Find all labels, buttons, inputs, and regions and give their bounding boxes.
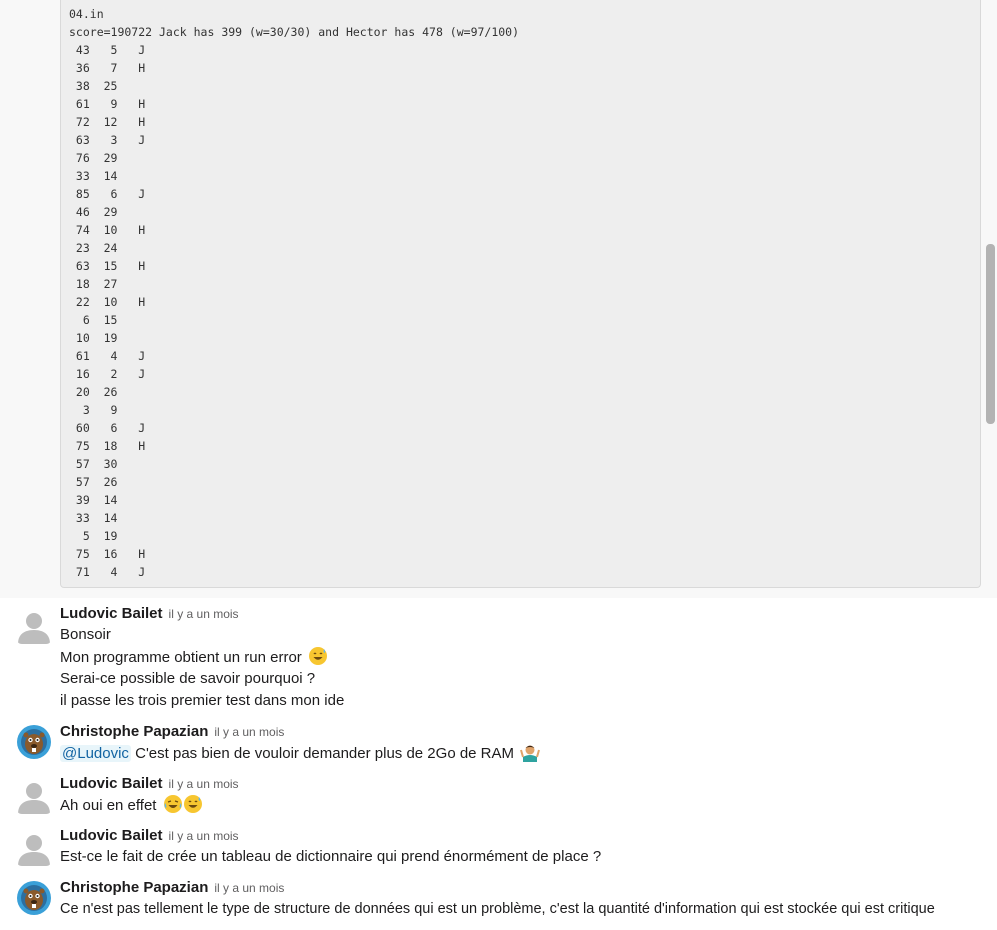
person-shrugging-emoji <box>520 742 541 762</box>
code-line: 75 16 H <box>69 547 146 561</box>
code-line: 57 26 <box>69 475 118 489</box>
sweat-smile-emoji <box>183 794 203 814</box>
message-text: Serai-ce possible de savoir pourquoi ? <box>60 670 316 687</box>
code-line: 20 26 <box>69 385 118 399</box>
code-line: 33 14 <box>69 511 118 525</box>
message-text-segment: Ah oui en effet <box>60 797 157 814</box>
code-line: 5 19 <box>69 529 118 543</box>
code-line: 61 9 H <box>69 97 146 111</box>
message-text-segment: Mon programme obtient un run error <box>60 649 302 666</box>
timestamp[interactable]: il y a un mois <box>169 829 239 843</box>
message-text: Mon programme obtient un run error <box>60 646 328 668</box>
code-line: 43 5 J <box>69 43 146 57</box>
author-name[interactable]: Ludovic Bailet <box>60 827 163 844</box>
message-text: Ce n'est pas tellement le type de struct… <box>60 901 935 917</box>
code-line: 23 24 <box>69 241 118 255</box>
author-name[interactable]: Christophe Papazian <box>60 723 208 740</box>
message-text: Bonsoir <box>60 626 111 643</box>
code-line: score=190722 Jack has 399 (w=30/30) and … <box>69 25 520 39</box>
timestamp[interactable]: il y a un mois <box>214 725 284 739</box>
code-line: 22 10 H <box>69 295 146 309</box>
code-line: 74 10 H <box>69 223 146 237</box>
code-line: 10 19 <box>69 331 118 345</box>
user-mention[interactable]: @Ludovic <box>60 745 131 762</box>
code-line: 04.in <box>69 7 104 21</box>
timestamp[interactable]: il y a un mois <box>169 607 239 621</box>
default-user-icon[interactable] <box>16 778 52 814</box>
message-text: Ah oui en effet <box>60 794 203 816</box>
code-block: 04.in score=190722 Jack has 399 (w=30/30… <box>60 0 981 588</box>
code-line: 71 4 J <box>69 565 146 579</box>
message-text: Est-ce le fait de crée un tableau de dic… <box>60 848 602 865</box>
beaver-avatar-icon[interactable] <box>16 880 52 916</box>
code-line: 6 15 <box>69 313 118 327</box>
code-line: 57 30 <box>69 457 118 471</box>
author-name[interactable]: Ludovic Bailet <box>60 775 163 792</box>
code-line: 72 12 H <box>69 115 146 129</box>
code-line: 61 4 J <box>69 349 146 363</box>
code-line: 63 3 J <box>69 133 146 147</box>
beaver-avatar-icon[interactable] <box>16 724 52 760</box>
code-line: 16 2 J <box>69 367 146 381</box>
code-line: 38 25 <box>69 79 118 93</box>
code-line: 3 9 <box>69 403 118 417</box>
code-line: 39 14 <box>69 493 118 507</box>
default-user-icon[interactable] <box>16 608 52 644</box>
message-text: il passe les trois premier test dans mon… <box>60 692 345 709</box>
joy-emoji <box>163 794 183 814</box>
code-line: 46 29 <box>69 205 118 219</box>
code-line: 76 29 <box>69 151 118 165</box>
author-name[interactable]: Ludovic Bailet <box>60 605 163 622</box>
author-name[interactable]: Christophe Papazian <box>60 879 208 896</box>
timestamp[interactable]: il y a un mois <box>169 777 239 791</box>
code-line: 75 18 H <box>69 439 146 453</box>
code-line: 36 7 H <box>69 61 146 75</box>
code-line: 33 14 <box>69 169 118 183</box>
code-line: 85 6 J <box>69 187 146 201</box>
message-text: @Ludovic C'est pas bien de vouloir deman… <box>60 742 541 764</box>
message-text-segment: C'est pas bien de vouloir demander plus … <box>130 745 515 762</box>
sweat-smile-emoji <box>308 646 328 666</box>
code-line: 60 6 J <box>69 421 146 435</box>
scrollbar-thumb[interactable] <box>986 244 995 424</box>
code-line: 63 15 H <box>69 259 146 273</box>
default-user-icon[interactable] <box>16 830 52 866</box>
timestamp[interactable]: il y a un mois <box>214 881 284 895</box>
code-line: 18 27 <box>69 277 118 291</box>
